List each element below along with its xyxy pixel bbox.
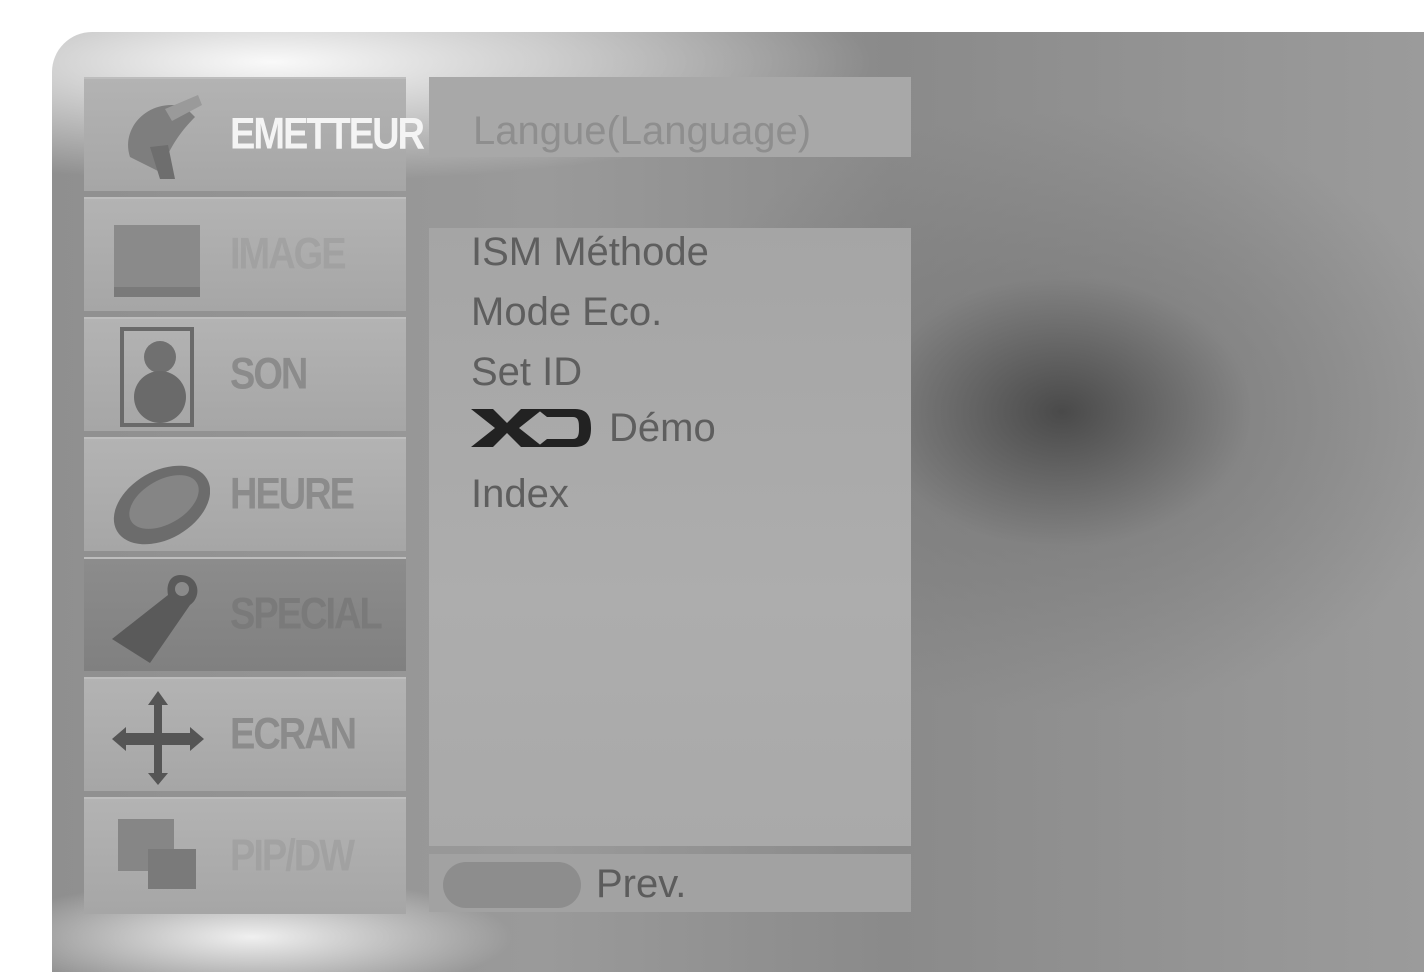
submenu-item-label: Démo bbox=[609, 405, 716, 450]
language-item[interactable]: Langue(Language) bbox=[429, 77, 911, 157]
satellite-dish-icon bbox=[128, 95, 202, 179]
language-label: Langue(Language) bbox=[473, 109, 812, 153]
menu-item-heure[interactable]: HEURE bbox=[84, 437, 406, 551]
menu-item-label: EMETTEUR bbox=[230, 109, 425, 160]
menu-item-label: HEURE bbox=[230, 469, 355, 520]
submenu-list: ISM Méthode Mode Eco. Set ID Démo Index bbox=[429, 228, 911, 846]
submenu-item-ism-methode[interactable]: ISM Méthode bbox=[471, 230, 709, 275]
menu-item-label: PIP/DW bbox=[230, 831, 355, 881]
pip-windows-icon bbox=[118, 819, 196, 889]
menu-item-label: ECRAN bbox=[230, 709, 357, 760]
submenu-item-mode-eco[interactable]: Mode Eco. bbox=[471, 290, 662, 335]
tag-key-icon bbox=[112, 575, 198, 663]
speaker-icon bbox=[120, 327, 194, 427]
osd-menu-window: EMETTEUR IMAGE SON HEURE SPECIAL ECRAN P… bbox=[52, 32, 1424, 972]
menu-item-special[interactable]: SPECIAL bbox=[84, 557, 406, 671]
menu-item-son[interactable]: SON bbox=[84, 317, 406, 431]
monitor-icon bbox=[114, 225, 200, 297]
move-arrows-icon bbox=[112, 691, 204, 785]
submenu-item-label: Index bbox=[471, 472, 569, 516]
submenu-item-demo[interactable]: Démo bbox=[471, 404, 716, 451]
menu-item-label: IMAGE bbox=[230, 229, 347, 280]
menu-item-emetteur[interactable]: EMETTEUR bbox=[84, 77, 425, 191]
submenu-item-index[interactable]: Index bbox=[471, 472, 569, 517]
menu-item-image[interactable]: IMAGE bbox=[84, 197, 406, 311]
prev-button-key[interactable] bbox=[443, 862, 581, 908]
menu-item-pip-dw[interactable]: PIP/DW bbox=[84, 797, 406, 914]
menu-item-ecran[interactable]: ECRAN bbox=[84, 677, 406, 791]
prev-label: Prev. bbox=[596, 862, 687, 906]
footer-bar: Prev. bbox=[429, 854, 911, 912]
submenu-item-label: Mode Eco. bbox=[471, 290, 663, 334]
clock-icon bbox=[113, 465, 210, 545]
submenu-item-label: Set ID bbox=[471, 350, 583, 394]
submenu-item-label: ISM Méthode bbox=[471, 230, 709, 274]
submenu-item-set-id[interactable]: Set ID bbox=[471, 350, 582, 395]
xd-logo-icon bbox=[471, 409, 591, 448]
menu-item-label: SON bbox=[230, 349, 308, 400]
menu-item-label: SPECIAL bbox=[230, 589, 383, 640]
